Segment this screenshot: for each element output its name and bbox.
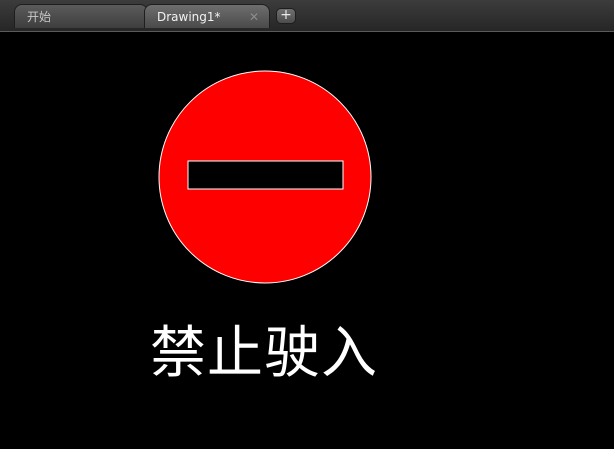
tab-drawing1[interactable]: Drawing1* ✕ bbox=[144, 4, 270, 28]
tab-start[interactable]: 开始 bbox=[14, 4, 148, 28]
new-tab-button[interactable]: + bbox=[276, 8, 296, 24]
document-tab-bar: 开始 Drawing1* ✕ + bbox=[0, 0, 614, 32]
tab-drawing1-label: Drawing1* bbox=[157, 10, 221, 24]
caption-text[interactable]: 禁止驶入 bbox=[150, 308, 378, 389]
sign-bar[interactable] bbox=[187, 160, 344, 190]
drawing-canvas[interactable]: 禁止驶入 bbox=[0, 32, 614, 449]
close-icon[interactable]: ✕ bbox=[249, 5, 259, 29]
tab-start-label: 开始 bbox=[27, 10, 52, 24]
plus-icon: + bbox=[280, 7, 292, 23]
